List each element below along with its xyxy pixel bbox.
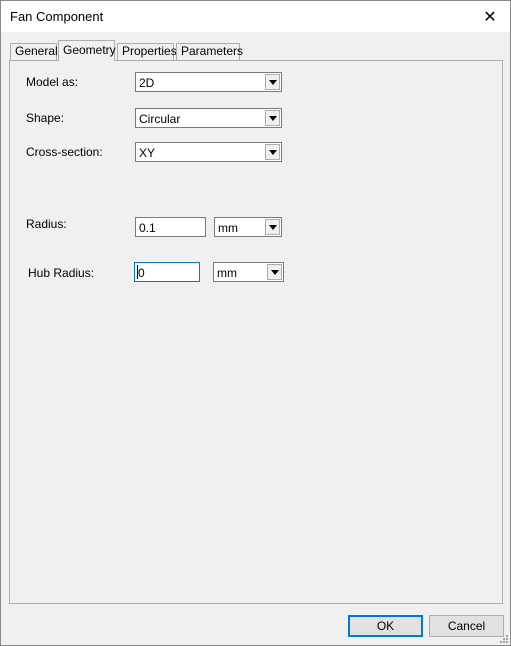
cancel-button[interactable]: Cancel — [429, 615, 504, 637]
chevron-down-icon[interactable] — [267, 264, 282, 280]
chevron-down-icon[interactable] — [265, 110, 280, 126]
shape-value: Circular — [139, 112, 181, 126]
hub-radius-input[interactable]: 0 — [134, 262, 200, 282]
tab-geometry[interactable]: Geometry — [58, 40, 116, 61]
chevron-down-icon[interactable] — [265, 144, 280, 160]
fan-component-dialog: Fan Component ✕ General Geometry Propert… — [0, 0, 511, 646]
cross-section-value: XY — [139, 146, 156, 160]
hub-radius-unit-value: mm — [217, 266, 237, 280]
radius-value: 0.1 — [139, 221, 156, 235]
radius-input[interactable]: 0.1 — [135, 217, 206, 237]
shape-select[interactable]: Circular — [135, 108, 282, 128]
text-caret — [137, 265, 138, 279]
title-bar: Fan Component ✕ — [1, 1, 510, 32]
cross-section-label: Cross-section: — [26, 145, 103, 159]
radius-unit-value: mm — [218, 221, 238, 235]
hub-radius-value: 0 — [138, 266, 145, 280]
tab-parameters[interactable]: Parameters — [176, 43, 243, 60]
model-as-value: 2D — [139, 76, 155, 90]
shape-label: Shape: — [26, 111, 65, 125]
hub-radius-label: Hub Radius: — [28, 266, 95, 280]
tab-properties[interactable]: Properties — [117, 43, 177, 60]
geometry-panel: Model as: 2D Shape: Circular Cross-secti… — [9, 60, 503, 604]
hub-radius-unit-select[interactable]: mm — [213, 262, 284, 282]
tab-general[interactable]: General — [10, 43, 58, 60]
chevron-down-icon[interactable] — [265, 74, 280, 90]
model-as-select[interactable]: 2D — [135, 72, 282, 92]
resize-grip-icon[interactable] — [498, 633, 508, 643]
model-as-label: Model as: — [26, 75, 79, 89]
ok-button[interactable]: OK — [348, 615, 423, 637]
close-icon: ✕ — [483, 8, 497, 26]
window-title: Fan Component — [10, 9, 104, 24]
close-button[interactable]: ✕ — [470, 1, 510, 32]
cross-section-select[interactable]: XY — [135, 142, 282, 162]
chevron-down-icon[interactable] — [265, 219, 280, 235]
radius-unit-select[interactable]: mm — [214, 217, 282, 237]
radius-label: Radius: — [26, 217, 67, 231]
